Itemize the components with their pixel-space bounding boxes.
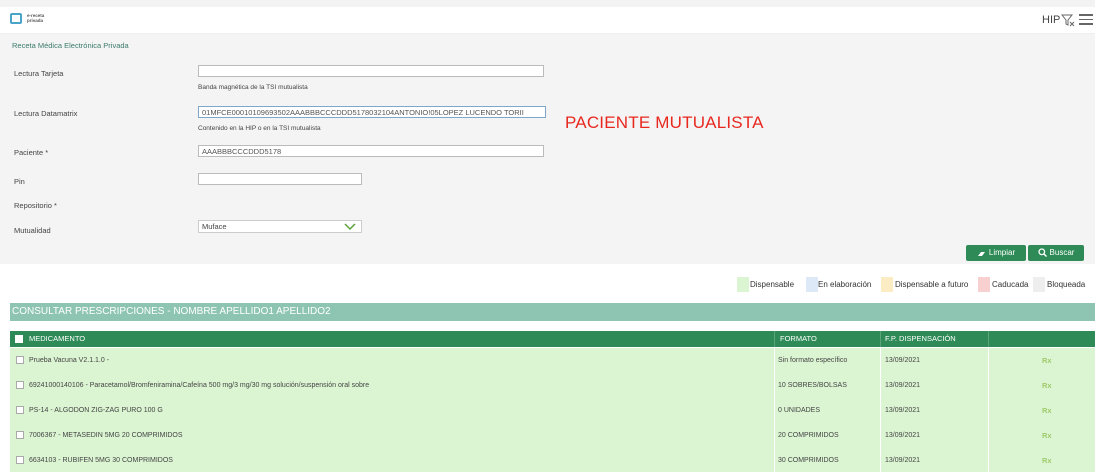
column-separator [988,373,989,398]
column-separator [774,373,775,398]
mutualidad-select[interactable]: Muface [198,220,362,233]
paciente-label: Paciente * [14,148,49,157]
legend-en-elaboracion: En elaboración [818,280,872,289]
column-header-formato[interactable]: FORMATO [780,331,817,347]
search-form: Receta Médica Electrónica Privada Lectur… [0,34,1095,264]
paciente-input[interactable]: AAABBBCCCDDD5178 [198,145,544,157]
table-row[interactable]: 6634103 - RUBIFEN 5MG 30 COMPRIMIDOS 30 … [10,448,1095,473]
breadcrumb[interactable]: Receta Médica Electrónica Privada [12,41,129,50]
rx-icon[interactable]: Rx [1042,348,1052,373]
row-checkbox[interactable] [16,406,24,414]
legend-swatch-caducada [978,277,990,292]
limpiar-button[interactable]: Limpiar [966,245,1026,261]
row-fecha: 13/09/2021 [885,357,921,364]
row-checkbox[interactable] [16,356,24,364]
legend-bloqueada: Bloqueada [1047,280,1086,289]
app-logo-text: e-receta privada [27,13,44,23]
legend-dispensable-futuro: Dispensable a futuro [895,280,969,289]
rx-icon[interactable]: Rx [1042,423,1052,448]
row-checkbox[interactable] [16,431,24,439]
lectura-datamatrix-hint: Contenido en la HIP o en la TSI mutualis… [198,125,321,132]
column-separator [988,348,989,373]
row-medicamento: Prueba Vacuna V2.1.1.0 - [29,357,110,364]
legend-caducada: Caducada [992,280,1029,289]
rx-icon[interactable]: Rx [1042,448,1052,473]
column-separator [880,348,881,373]
column-separator [774,423,775,448]
app-header: e-receta privada HIP [0,7,1095,34]
row-medicamento: 69241000140106 - Paracetamol/Bromfeniram… [29,382,370,389]
lectura-datamatrix-label: Lectura Datamatrix [14,109,78,118]
table-row[interactable]: PS-14 - ALGODON ZIG-ZAG PURO 100 G 0 UNI… [10,398,1095,424]
column-header-medicamento[interactable]: MEDICAMENTO [29,331,85,347]
row-formato: 30 COMPRIMIDOS [778,457,839,464]
column-separator [880,448,881,472]
lectura-tarjeta-label: Lectura Tarjeta [14,69,64,78]
buscar-label: Buscar [1049,248,1075,257]
browser-top-strip [0,0,1095,7]
rx-icon[interactable]: Rx [1042,373,1052,398]
hip-button[interactable]: HIP [1042,14,1060,26]
table-row[interactable]: 7006367 - METASEDIN 5MG 20 COMPRIMIDOS 2… [10,423,1095,449]
header-separator [988,331,989,347]
column-header-fecha[interactable]: F.P. DISPENSACIÓN [885,331,956,347]
row-formato: Sin formato específico [778,357,848,364]
lectura-tarjeta-input[interactable] [198,65,544,77]
column-separator [774,348,775,373]
legend-swatch-dispensable [737,277,749,292]
lectura-datamatrix-input[interactable]: 01MFCE00010109693502AAABBBCCCDDD51780321… [198,106,546,118]
row-fecha: 13/09/2021 [885,432,921,439]
paciente-mutualista-note: PACIENTE MUTUALISTA [565,113,764,132]
row-medicamento: PS-14 - ALGODON ZIG-ZAG PURO 100 G [29,407,163,414]
legend-swatch-en-elaboracion [806,277,818,292]
row-fecha: 13/09/2021 [885,457,921,464]
search-icon [1037,248,1047,258]
table-row[interactable]: 69241000140106 - Paracetamol/Bromfeniram… [10,373,1095,399]
column-separator [774,448,775,472]
column-separator [880,423,881,448]
limpiar-label: Limpiar [988,248,1016,257]
pin-label: Pin [14,177,25,186]
row-medicamento: 6634103 - RUBIFEN 5MG 30 COMPRIMIDOS [29,457,173,464]
header-separator [880,331,881,347]
filter-clear-icon[interactable] [1061,13,1075,27]
pin-input[interactable] [198,173,362,185]
menu-icon[interactable] [1079,14,1093,26]
table-row[interactable]: Prueba Vacuna V2.1.1.0 - Sin formato esp… [10,348,1095,374]
logo-line-2: privada [27,18,44,23]
row-fecha: 13/09/2021 [885,407,921,414]
lectura-tarjeta-hint: Banda magnética de la TSI mutualista [198,84,308,91]
section-title: CONSULTAR PRESCRIPCIONES - NOMBRE APELLI… [12,306,331,317]
row-formato: 0 UNIDADES [778,407,821,414]
select-all-checkbox[interactable] [15,335,23,343]
column-separator [988,423,989,448]
column-separator [988,448,989,472]
row-formato: 10 SOBRES/BOLSAS [778,382,847,389]
legend-dispensable: Dispensable [750,280,795,289]
column-separator [988,398,989,423]
row-checkbox[interactable] [16,456,24,464]
mutualidad-selected-value: Muface [202,222,227,231]
row-medicamento: 7006367 - METASEDIN 5MG 20 COMPRIMIDOS [29,432,183,439]
section-title-bar: CONSULTAR PRESCRIPCIONES - NOMBRE APELLI… [10,303,1095,321]
row-formato: 20 COMPRIMIDOS [778,432,839,439]
legend-swatch-bloqueada [1033,277,1045,292]
column-separator [774,398,775,423]
legend-swatch-dispensable-futuro [881,277,893,292]
mutualidad-label: Mutualidad [14,226,51,235]
table-header: MEDICAMENTO FORMATO F.P. DISPENSACIÓN [10,331,1095,347]
repositorio-label: Repositorio * [14,201,57,210]
rx-icon[interactable]: Rx [1042,398,1052,423]
chevron-down-icon [344,223,356,231]
header-separator [774,331,775,347]
column-separator [880,398,881,423]
buscar-button[interactable]: Buscar [1028,245,1084,261]
app-logo-icon [10,13,22,24]
row-fecha: 13/09/2021 [885,382,921,389]
eraser-icon [977,251,985,256]
row-checkbox[interactable] [16,381,24,389]
column-separator [880,373,881,398]
